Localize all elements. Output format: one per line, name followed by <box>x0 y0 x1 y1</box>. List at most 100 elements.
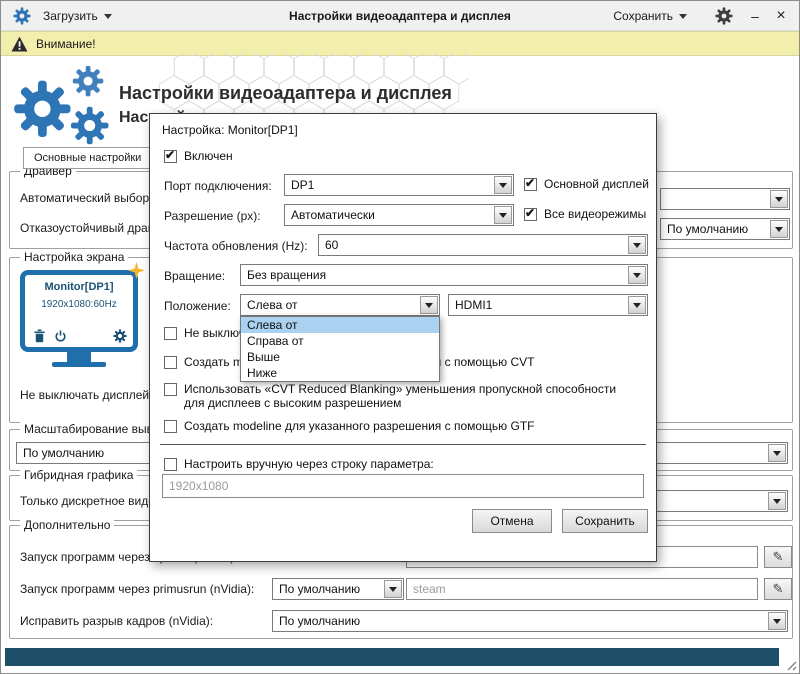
monitor-mode: 1920x1080:60Hz <box>25 299 133 310</box>
all-modes-label: Все видеорежимы <box>544 207 646 221</box>
chevron-down-icon[interactable] <box>768 444 786 462</box>
save-menu-label: Сохранить <box>613 9 673 23</box>
chevron-down-icon[interactable] <box>420 296 438 314</box>
tab-main-settings[interactable]: Основные настройки <box>23 147 152 169</box>
relative-to-combo[interactable]: HDMI1 <box>448 294 648 316</box>
relative-to-combo-value: HDMI1 <box>449 295 647 315</box>
monitor-name: Monitor[DP1] <box>25 281 133 293</box>
chevron-down-icon[interactable] <box>628 296 646 314</box>
enabled-label: Включен <box>184 149 233 163</box>
primary-display-checkbox[interactable] <box>524 178 537 191</box>
rotation-combo-value: Без вращения <box>241 265 647 285</box>
refresh-combo[interactable]: 60 <box>318 234 648 256</box>
primusrun-label: Запуск программ через primusrun (nVidia)… <box>20 582 254 596</box>
monitor-settings-dialog: Настройка: Monitor[DP1] Включен Порт под… <box>149 113 657 562</box>
tearing-combo-value: По умолчанию <box>273 611 787 631</box>
gtf-checkbox-row[interactable]: Создать modeline для указанного разрешен… <box>164 419 535 433</box>
status-bar <box>5 648 779 666</box>
window-title: Настройки видеоадаптера и дисплея <box>151 1 649 31</box>
cancel-button[interactable]: Отмена <box>472 509 552 533</box>
dropdown-option[interactable]: Выше <box>241 349 439 365</box>
primary-star-icon <box>128 262 145 279</box>
edit-pencil-icon: ✎ <box>773 549 784 565</box>
position-label: Положение: <box>164 299 231 313</box>
dropdown-option[interactable]: Справа от <box>241 333 439 349</box>
warning-text: Внимание! <box>36 37 96 51</box>
gears-logo-icon <box>13 65 115 151</box>
chevron-down-icon[interactable] <box>768 612 786 630</box>
manual-mode-input[interactable] <box>162 474 644 498</box>
tearing-combo[interactable]: По умолчанию <box>272 610 788 632</box>
monitor-gear-icon[interactable] <box>113 329 127 343</box>
primusrun-edit-button[interactable]: ✎ <box>764 578 792 600</box>
dropdown-option[interactable]: Слева от <box>241 317 439 333</box>
cvt-checkbox[interactable] <box>164 356 177 369</box>
close-button[interactable]: × <box>769 1 793 31</box>
chevron-down-icon[interactable] <box>384 580 402 598</box>
minimize-button[interactable]: – <box>743 1 767 31</box>
auto-driver-combo[interactable] <box>660 188 790 210</box>
load-menu-button[interactable]: Загрузить <box>35 1 120 31</box>
resolution-combo[interactable]: Автоматически <box>284 204 514 226</box>
group-hybrid-legend: Гибридная графика <box>20 468 137 482</box>
position-dropdown-list: Слева от Справа от Выше Ниже <box>240 316 440 382</box>
manual-label: Настроить вручную через строку параметра… <box>184 457 434 471</box>
trash-icon[interactable] <box>33 329 46 343</box>
enabled-checkbox[interactable] <box>164 150 177 163</box>
gtf-label: Создать modeline для указанного разрешен… <box>184 419 535 433</box>
dropdown-option[interactable]: Ниже <box>241 365 439 381</box>
cvt-rb-checkbox[interactable] <box>164 383 177 396</box>
resolution-combo-value: Автоматически <box>285 205 513 225</box>
chevron-down-icon[interactable] <box>768 492 786 510</box>
save-menu-button[interactable]: Сохранить <box>605 1 695 31</box>
manual-checkbox-row[interactable]: Настроить вручную через строку параметра… <box>164 457 434 471</box>
chevron-down-icon[interactable] <box>770 220 788 238</box>
monitor-stand-base <box>52 362 106 367</box>
refresh-label: Частота обновления (Hz): <box>164 239 308 253</box>
edit-pencil-icon: ✎ <box>773 581 784 597</box>
enabled-checkbox-row[interactable]: Включен <box>164 149 233 163</box>
titlebar: Загрузить Настройки видеоадаптера и дисп… <box>1 1 799 31</box>
chevron-down-icon[interactable] <box>494 176 512 194</box>
port-label: Порт подключения: <box>164 179 272 193</box>
dialog-save-button[interactable]: Сохранить <box>562 509 648 533</box>
monitor-stand <box>67 352 91 362</box>
monitor-widget[interactable]: Monitor[DP1] 1920x1080:60Hz <box>20 270 138 352</box>
port-combo[interactable]: DP1 <box>284 174 514 196</box>
tearing-label: Исправить разрыв кадров (nVidia): <box>20 614 213 628</box>
group-screen-legend: Настройка экрана <box>20 250 128 264</box>
optirun-edit-button[interactable]: ✎ <box>764 546 792 568</box>
all-modes-checkbox[interactable] <box>524 208 537 221</box>
position-combo[interactable]: Слева от <box>240 294 440 316</box>
refresh-combo-value: 60 <box>319 235 647 255</box>
all-modes-checkbox-row[interactable]: Все видеорежимы <box>524 207 646 221</box>
chevron-down-icon[interactable] <box>770 190 788 208</box>
load-menu-label: Загрузить <box>43 9 98 23</box>
primusrun-combo[interactable]: По умолчанию <box>272 578 404 600</box>
chevron-down-icon[interactable] <box>628 236 646 254</box>
chevron-down-icon <box>679 14 687 19</box>
resolution-label: Разрешение (px): <box>164 209 261 223</box>
cvt-rb-label: Использовать «CVT Reduced Blanking» умен… <box>184 382 624 410</box>
resize-grip[interactable] <box>785 659 797 671</box>
power-icon[interactable] <box>54 330 67 343</box>
manual-checkbox[interactable] <box>164 458 177 471</box>
cvt-rb-checkbox-row[interactable]: Использовать «CVT Reduced Blanking» умен… <box>164 382 624 410</box>
chevron-down-icon[interactable] <box>494 206 512 224</box>
settings-gear-icon[interactable] <box>715 7 733 25</box>
group-extra-legend: Дополнительно <box>20 518 114 532</box>
app-gear-icon <box>13 7 31 25</box>
chevron-down-icon <box>104 14 112 19</box>
primary-display-label: Основной дисплей <box>544 177 649 191</box>
rotation-label: Вращение: <box>164 269 225 283</box>
dialog-dpms-checkbox[interactable] <box>164 327 177 340</box>
app-window: Загрузить Настройки видеоадаптера и дисп… <box>0 0 800 674</box>
chevron-down-icon[interactable] <box>628 266 646 284</box>
rotation-combo[interactable]: Без вращения <box>240 264 648 286</box>
primary-display-checkbox-row[interactable]: Основной дисплей <box>524 177 649 191</box>
fallback-driver-combo[interactable]: По умолчанию <box>660 218 790 240</box>
port-combo-value: DP1 <box>285 175 513 195</box>
gtf-checkbox[interactable] <box>164 420 177 433</box>
dialog-title: Настройка: Monitor[DP1] <box>162 123 298 137</box>
primusrun-command-input[interactable] <box>406 578 758 600</box>
